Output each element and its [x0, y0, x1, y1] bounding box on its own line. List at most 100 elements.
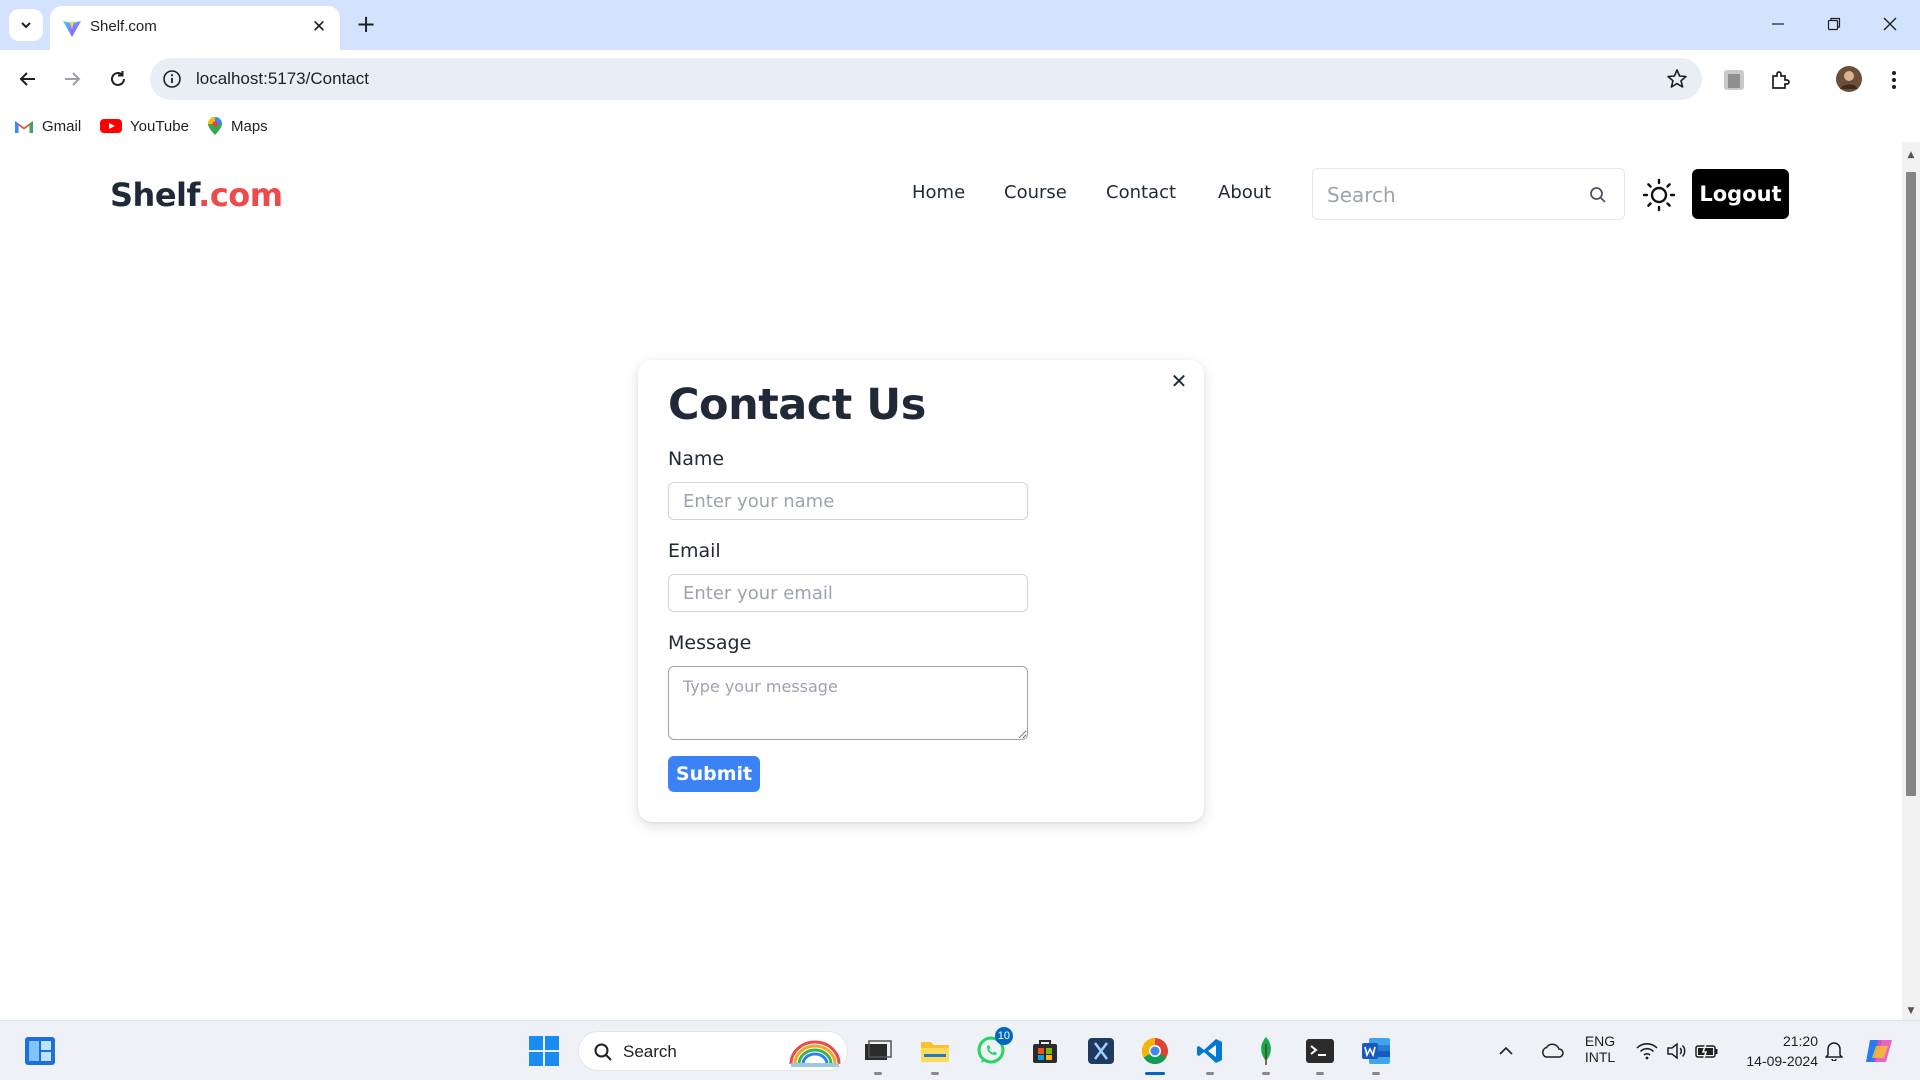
restore-icon: [1827, 17, 1841, 31]
app-running-indicator: [1262, 1072, 1270, 1075]
onedrive-button[interactable]: [1537, 1033, 1567, 1069]
sun-icon[interactable]: [1642, 178, 1676, 212]
site-search: [1312, 168, 1625, 220]
close-icon[interactable]: ✕: [1168, 369, 1190, 393]
close-window-button[interactable]: [1870, 8, 1910, 40]
arrow-right-icon: [65, 72, 81, 86]
more-vertical-icon: [1892, 71, 1896, 89]
modal-title: Contact Us: [668, 380, 926, 430]
avatar-icon: [1836, 66, 1862, 92]
profile-extension-button[interactable]: [1720, 66, 1748, 94]
page-scrollbar[interactable]: ▲ ▼: [1902, 142, 1920, 1020]
taskbar-file-explorer[interactable]: [917, 1033, 953, 1075]
back-button[interactable]: [13, 64, 43, 94]
logout-button[interactable]: Logout: [1692, 169, 1789, 219]
copilot-icon: [1866, 1040, 1892, 1062]
widgets-icon: [25, 1037, 55, 1065]
app-active-indicator: [1145, 1072, 1165, 1075]
puzzle-icon: [1772, 71, 1790, 89]
chevron-down-icon: [21, 22, 31, 29]
reload-icon: [111, 71, 125, 86]
tab-search-button[interactable]: [9, 9, 43, 41]
wifi-icon: [1636, 1043, 1658, 1060]
address-bar[interactable]: localhost:5173/Contact: [150, 58, 1702, 100]
clock[interactable]: 21:20 14-09-2024: [1732, 1031, 1818, 1071]
taskbar-snipping-tool[interactable]: [1083, 1033, 1119, 1069]
taskbar-task-view[interactable]: [860, 1033, 896, 1075]
search-icon[interactable]: [1588, 185, 1608, 205]
maps-icon: [208, 117, 222, 135]
logo-accent: .com: [198, 176, 283, 214]
tab-title: Shelf.com: [90, 18, 157, 35]
taskbar-chrome[interactable]: [1137, 1033, 1173, 1075]
browser-menu-button[interactable]: [1880, 66, 1908, 94]
rainbow-highlight-icon: [789, 1040, 841, 1067]
web-page: Shelf.com Home Course Contact About Logo…: [0, 142, 1902, 1020]
nav-link-home[interactable]: Home: [912, 182, 965, 203]
site-logo[interactable]: Shelf.com: [110, 176, 283, 214]
url-text[interactable]: localhost:5173/Contact: [196, 69, 369, 89]
search-input[interactable]: [1327, 181, 1577, 209]
copilot-button[interactable]: [1862, 1033, 1898, 1069]
message-field[interactable]: [668, 666, 1028, 740]
email-field[interactable]: [668, 574, 1028, 612]
scroll-thumb[interactable]: [1906, 172, 1916, 796]
battery-charging-icon: [1695, 1043, 1718, 1059]
profile-avatar[interactable]: [1833, 63, 1865, 95]
taskbar-search[interactable]: Search: [578, 1031, 848, 1071]
info-icon[interactable]: [162, 69, 182, 89]
taskbar-vscode[interactable]: [1192, 1033, 1228, 1075]
browser-tab[interactable]: Shelf.com ✕: [50, 6, 340, 50]
scroll-up-icon[interactable]: ▲: [1906, 150, 1916, 160]
bookmark-maps[interactable]: Maps: [207, 116, 268, 136]
wifi-button[interactable]: [1634, 1033, 1660, 1069]
language-indicator[interactable]: ENG INTL: [1580, 1033, 1620, 1065]
tray-overflow-button[interactable]: [1494, 1033, 1518, 1069]
task-view-icon: [865, 1040, 892, 1060]
name-field[interactable]: [668, 482, 1028, 520]
bell-icon: [1825, 1042, 1843, 1061]
cloud-icon: [1542, 1043, 1564, 1058]
windows-logo-icon: [529, 1036, 559, 1066]
bookmark-youtube[interactable]: YouTube: [100, 116, 189, 136]
taskbar-word[interactable]: [1358, 1033, 1394, 1075]
language-code: ENG: [1584, 1033, 1616, 1049]
chevron-up-icon: [1499, 1046, 1513, 1055]
restore-button[interactable]: [1814, 8, 1854, 40]
clock-date: 14-09-2024: [1746, 1053, 1818, 1069]
taskbar-store[interactable]: [1027, 1033, 1063, 1069]
bookmark-gmail[interactable]: Gmail: [14, 116, 81, 136]
chrome-icon: [1141, 1037, 1168, 1065]
windows-taskbar: Search 10 ENG INTL 21:20 14-09-2024: [0, 1020, 1920, 1080]
nav-link-course[interactable]: Course: [1004, 182, 1067, 203]
notifications-button[interactable]: [1820, 1033, 1848, 1069]
youtube-icon: [100, 119, 122, 133]
app-running-indicator: [874, 1072, 882, 1075]
nav-link-contact[interactable]: Contact: [1106, 182, 1176, 203]
new-tab-button[interactable]: +: [352, 10, 380, 38]
minimize-button[interactable]: [1758, 8, 1798, 40]
submit-button[interactable]: Submit: [668, 756, 760, 792]
volume-button[interactable]: [1664, 1033, 1690, 1069]
reload-button[interactable]: [103, 64, 133, 94]
speaker-icon: [1667, 1042, 1686, 1060]
scroll-down-icon[interactable]: ▼: [1906, 1006, 1916, 1016]
taskbar-terminal[interactable]: [1302, 1033, 1338, 1075]
logo-main: Shelf: [110, 176, 199, 214]
app-running-indicator: [1316, 1072, 1324, 1075]
nav-link-about[interactable]: About: [1218, 182, 1271, 203]
tab-close-icon[interactable]: ✕: [308, 16, 330, 38]
taskbar-search-label: Search: [623, 1042, 677, 1061]
battery-button[interactable]: [1694, 1033, 1720, 1069]
start-button[interactable]: [526, 1033, 562, 1069]
forward-button[interactable]: [57, 64, 87, 94]
widgets-button[interactable]: [22, 1033, 58, 1069]
taskbar-whatsapp[interactable]: 10: [973, 1027, 1013, 1069]
taskbar-mongodb[interactable]: [1248, 1033, 1284, 1075]
snipping-tool-icon: [1088, 1038, 1114, 1064]
vite-favicon-icon: [63, 21, 81, 37]
extensions-button[interactable]: [1766, 66, 1794, 94]
bookmark-star-icon[interactable]: [1666, 68, 1688, 90]
keyboard-layout: INTL: [1584, 1049, 1616, 1065]
vscode-icon: [1197, 1039, 1222, 1063]
